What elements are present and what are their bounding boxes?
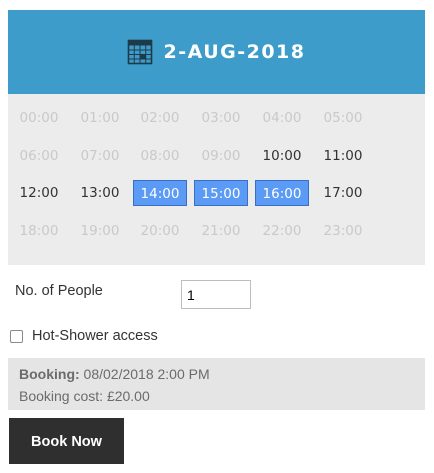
time-slot[interactable]: 15:00 <box>194 180 248 206</box>
time-slot[interactable]: 11:00 <box>316 143 370 169</box>
time-slot: 02:00 <box>140 110 180 126</box>
calendar-date: 2-AUG-2018 <box>163 41 306 63</box>
time-slot: 18:00 <box>19 223 59 239</box>
time-slot: 09:00 <box>201 148 241 164</box>
calendar-icon <box>128 39 153 65</box>
time-slot: 20:00 <box>140 223 180 239</box>
calendar-header: 2-AUG-2018 <box>8 10 425 94</box>
time-slot[interactable]: 14:00 <box>133 180 187 206</box>
booking-line: Booking: 08/02/2018 2:00 PM <box>19 363 414 385</box>
time-slot: 21:00 <box>201 223 241 239</box>
people-count-input[interactable] <box>181 280 251 309</box>
booking-summary: Booking: 08/02/2018 2:00 PM Booking cost… <box>8 358 425 410</box>
time-slot: 23:00 <box>323 223 363 239</box>
time-slot: 05:00 <box>323 110 363 126</box>
time-slot[interactable]: 10:00 <box>255 143 309 169</box>
booking-widget: 2-AUG-2018 00:00 01:00 02:00 03:00 04:00 05:0… <box>0 0 434 473</box>
time-slot-grid: 00:00 01:00 02:00 03:00 04:00 05:00 06:00 07:00… <box>8 94 425 265</box>
time-slot[interactable]: 13:00 <box>73 180 127 206</box>
booking-cost: Booking cost: £20.00 <box>19 388 150 404</box>
time-slot: 03:00 <box>201 110 241 126</box>
hot-shower-option[interactable]: Hot-Shower access <box>10 328 158 344</box>
time-slot[interactable]: 12:00 <box>12 180 66 206</box>
time-slot: 07:00 <box>80 148 120 164</box>
people-label: No. of People <box>15 283 103 299</box>
hot-shower-checkbox[interactable] <box>10 329 23 343</box>
time-slot: 00:00 <box>19 110 59 126</box>
time-slot: 06:00 <box>19 148 59 164</box>
hot-shower-label: Hot-Shower access <box>32 328 158 344</box>
time-slot: 19:00 <box>80 223 120 239</box>
booking-label: Booking: <box>19 366 80 382</box>
booking-value: 08/02/2018 2:00 PM <box>83 366 210 382</box>
time-slot: 01:00 <box>80 110 120 126</box>
time-slot[interactable]: 16:00 <box>255 180 309 206</box>
book-now-button[interactable]: Book Now <box>9 418 124 464</box>
time-slot: 04:00 <box>262 110 302 126</box>
time-slot: 08:00 <box>140 148 180 164</box>
time-slot: 22:00 <box>262 223 302 239</box>
time-slot[interactable]: 17:00 <box>316 180 370 206</box>
